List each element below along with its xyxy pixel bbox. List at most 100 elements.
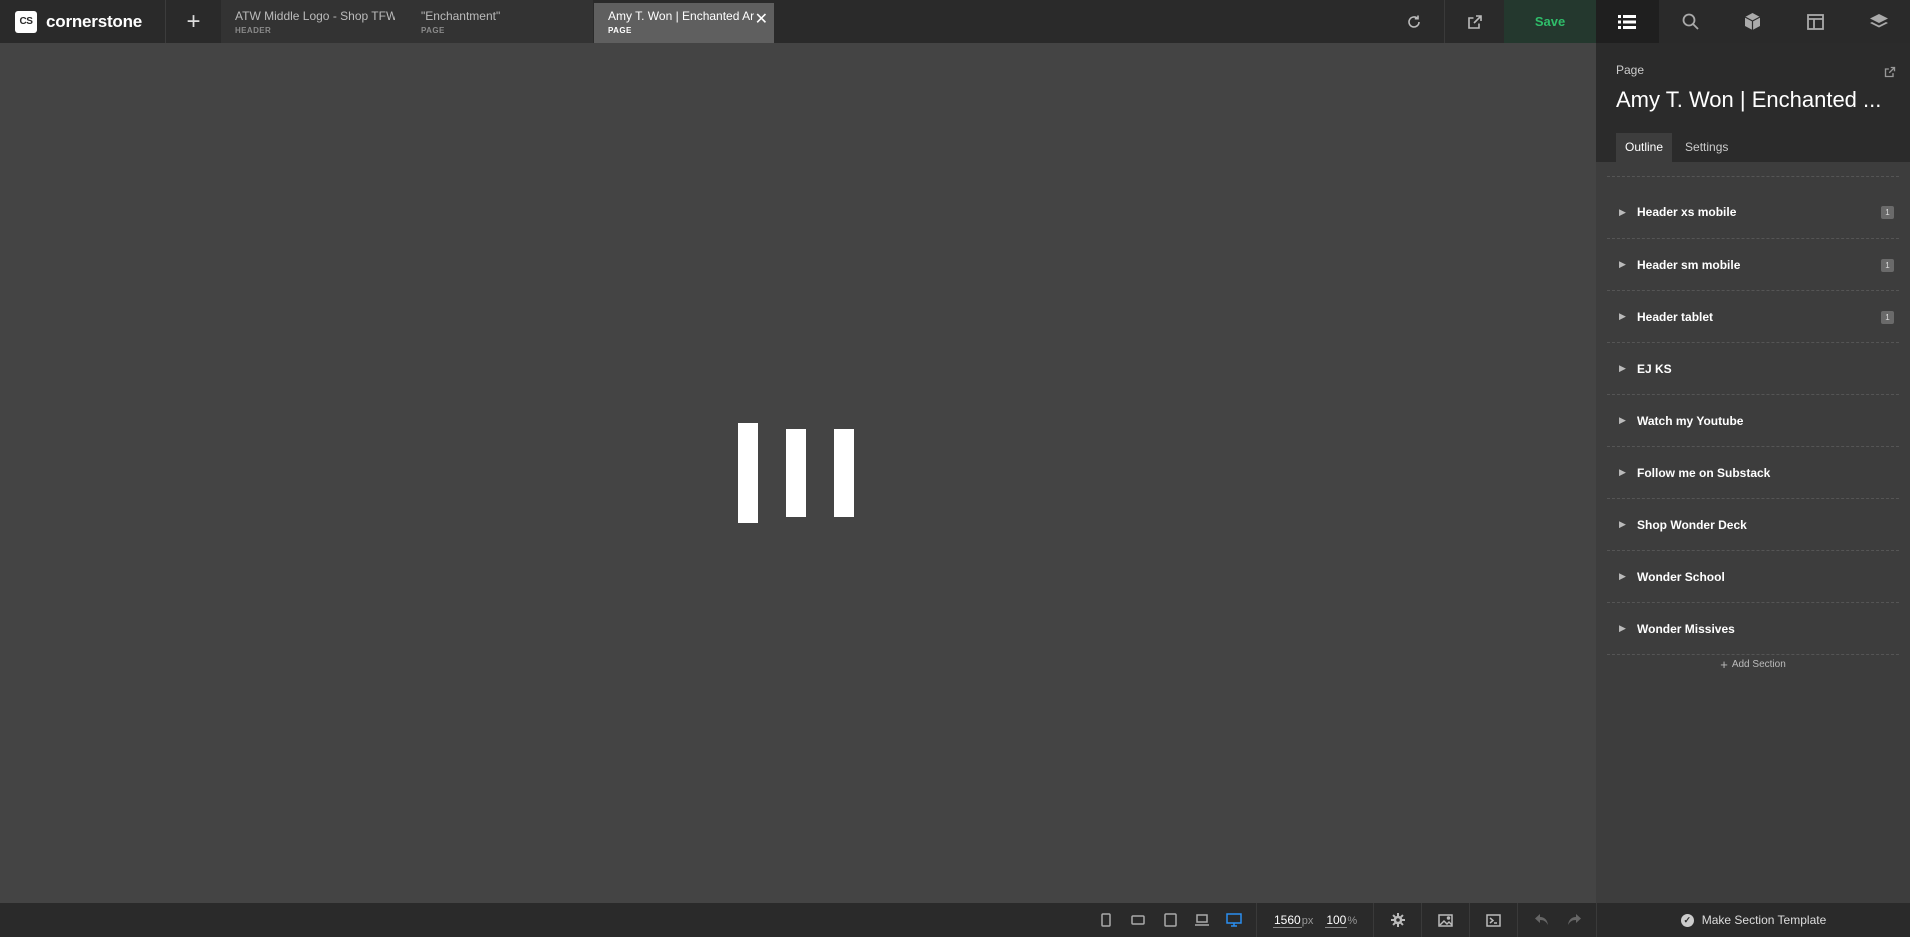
section-item[interactable]: ▶ Wonder Missives bbox=[1607, 602, 1899, 654]
elements-panel-button[interactable] bbox=[1722, 0, 1785, 43]
undo-button[interactable] bbox=[1526, 903, 1558, 937]
section-item[interactable]: ▶ Header sm mobile 1 bbox=[1607, 238, 1899, 290]
width-field[interactable]: 1560 px bbox=[1267, 913, 1319, 928]
section-item[interactable]: ▶ Header xs mobile 1 bbox=[1607, 186, 1899, 238]
terminal-icon bbox=[1486, 913, 1501, 927]
panel-switcher bbox=[1596, 0, 1910, 43]
section-item[interactable]: ▶ EJ KS bbox=[1607, 342, 1899, 394]
refresh-icon bbox=[1408, 15, 1420, 28]
page-title: Amy T. Won | Enchanted ... bbox=[1616, 87, 1882, 112]
settings-button[interactable] bbox=[1374, 903, 1423, 937]
device-sm-button[interactable] bbox=[1122, 915, 1154, 925]
image-icon bbox=[1438, 913, 1453, 927]
loading-bar bbox=[834, 429, 854, 517]
section-item[interactable]: ▶ Follow me on Substack bbox=[1607, 446, 1899, 498]
top-bar-spacer bbox=[774, 0, 1384, 43]
viewport-fields: 1560 px 100 % bbox=[1257, 903, 1375, 937]
make-template-label: Make Section Template bbox=[1701, 913, 1827, 927]
tab-header[interactable]: ATW Middle Logo - Shop TFW HEADER bbox=[221, 0, 407, 43]
external-link-icon bbox=[1467, 14, 1482, 29]
loading-bar bbox=[786, 429, 806, 517]
desktop-icon bbox=[1226, 913, 1242, 927]
add-section-button[interactable]: + Add Section bbox=[1607, 654, 1899, 674]
outline-panel-button[interactable] bbox=[1596, 0, 1659, 43]
top-bar: CS cornerstone + ATW Middle Logo - Shop … bbox=[0, 0, 1910, 43]
phone-landscape-icon bbox=[1131, 915, 1145, 925]
list-icon bbox=[1618, 14, 1637, 29]
section-label: Wonder Missives bbox=[1637, 621, 1735, 636]
section-label: Wonder School bbox=[1637, 569, 1725, 584]
add-tab-button[interactable]: + bbox=[166, 0, 221, 43]
device-xs-button[interactable] bbox=[1090, 913, 1122, 927]
panel-tabs: Outline Settings bbox=[1616, 133, 1737, 162]
layout-panel-button[interactable] bbox=[1784, 0, 1847, 43]
tab-amy-t-won[interactable]: Amy T. Won | Enchanted Ar PAGE ✕ bbox=[594, 3, 774, 43]
make-section-template-button[interactable]: ✓ Make Section Template bbox=[1596, 903, 1910, 937]
media-button[interactable] bbox=[1422, 903, 1471, 937]
count-badge: 1 bbox=[1881, 259, 1894, 272]
device-lg-button[interactable] bbox=[1186, 914, 1218, 926]
redo-icon bbox=[1568, 914, 1582, 925]
check-circle-icon: ✓ bbox=[1680, 913, 1694, 927]
preview-canvas[interactable] bbox=[0, 43, 1596, 903]
expand-triangle-icon[interactable]: ▶ bbox=[1619, 623, 1637, 634]
close-icon[interactable]: ✕ bbox=[755, 9, 768, 29]
section-item[interactable]: ▶ Watch my Youtube bbox=[1607, 394, 1899, 446]
expand-triangle-icon[interactable]: ▶ bbox=[1619, 363, 1637, 374]
width-value[interactable]: 1560 bbox=[1273, 913, 1302, 928]
section-label: EJ KS bbox=[1637, 361, 1672, 376]
section-label: Header tablet bbox=[1637, 309, 1714, 324]
open-page-button[interactable] bbox=[1884, 65, 1896, 83]
device-md-button[interactable] bbox=[1154, 913, 1186, 927]
section-label: Header xs mobile bbox=[1637, 205, 1737, 219]
section-label: Header sm mobile bbox=[1637, 257, 1741, 272]
tab-type: PAGE bbox=[608, 26, 632, 35]
tab-settings[interactable]: Settings bbox=[1676, 133, 1737, 162]
tab-type: HEADER bbox=[235, 26, 272, 35]
section-item[interactable]: ▶ Header tablet 1 bbox=[1607, 290, 1899, 342]
tab-outline[interactable]: Outline bbox=[1616, 133, 1673, 162]
undo-icon bbox=[1535, 914, 1549, 925]
section-item[interactable]: ▶ Wonder School bbox=[1607, 550, 1899, 602]
divider bbox=[1607, 176, 1899, 186]
redo-button[interactable] bbox=[1558, 903, 1590, 937]
count-badge: 1 bbox=[1881, 311, 1894, 324]
tablet-icon bbox=[1163, 913, 1177, 927]
open-external-button[interactable] bbox=[1444, 0, 1504, 43]
bottom-bar: 1560 px 100 % ✓ Make Section Template bbox=[0, 903, 1910, 937]
device-switcher bbox=[1090, 903, 1257, 937]
tab-enchantment[interactable]: "Enchantment" PAGE bbox=[407, 0, 593, 43]
section-item[interactable]: ▶ Shop Wonder Deck bbox=[1607, 498, 1899, 550]
external-link-icon bbox=[1884, 66, 1896, 78]
expand-triangle-icon[interactable]: ▶ bbox=[1619, 415, 1637, 426]
tab-type: PAGE bbox=[421, 26, 445, 35]
device-xl-button[interactable] bbox=[1218, 913, 1250, 927]
section-outline: ▶ Header xs mobile 1 ▶ Header sm mobile … bbox=[1596, 162, 1910, 674]
refresh-button[interactable] bbox=[1384, 0, 1444, 43]
expand-triangle-icon[interactable]: ▶ bbox=[1619, 467, 1637, 478]
expand-triangle-icon[interactable]: ▶ bbox=[1619, 207, 1637, 218]
expand-triangle-icon[interactable]: ▶ bbox=[1619, 311, 1637, 322]
section-label: Shop Wonder Deck bbox=[1637, 517, 1747, 532]
expand-triangle-icon[interactable]: ▶ bbox=[1619, 259, 1637, 270]
expand-triangle-icon[interactable]: ▶ bbox=[1619, 519, 1637, 530]
tab-title: "Enchantment" bbox=[421, 9, 501, 23]
zoom-unit: % bbox=[1347, 914, 1358, 927]
zoom-field[interactable]: 100 % bbox=[1319, 913, 1363, 928]
cornerstone-logo[interactable]: CS cornerstone bbox=[0, 0, 166, 43]
tab-title: Amy T. Won | Enchanted Ar bbox=[608, 9, 755, 23]
expand-triangle-icon[interactable]: ▶ bbox=[1619, 571, 1637, 582]
phone-portrait-icon bbox=[1101, 913, 1111, 927]
save-button[interactable]: Save bbox=[1504, 0, 1596, 43]
section-label: Watch my Youtube bbox=[1637, 413, 1744, 428]
search-panel-button[interactable] bbox=[1659, 0, 1722, 43]
tab-title: ATW Middle Logo - Shop TFW bbox=[235, 9, 395, 23]
zoom-value[interactable]: 100 bbox=[1325, 913, 1348, 928]
layers-panel-button[interactable] bbox=[1847, 0, 1910, 43]
panel-label: Page bbox=[1616, 63, 1645, 77]
layers-icon bbox=[1869, 13, 1888, 27]
plus-icon: + bbox=[1720, 657, 1728, 672]
loading-bar bbox=[738, 423, 758, 523]
section-label: Follow me on Substack bbox=[1637, 465, 1771, 480]
code-button[interactable] bbox=[1470, 903, 1519, 937]
